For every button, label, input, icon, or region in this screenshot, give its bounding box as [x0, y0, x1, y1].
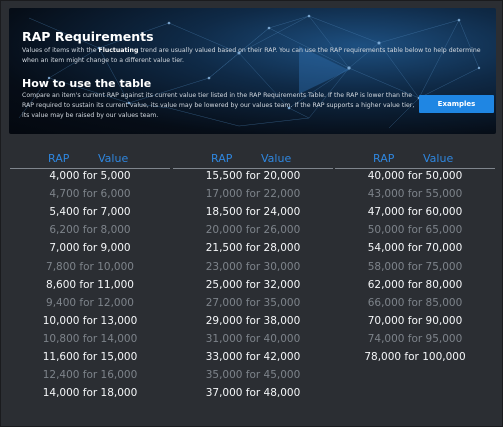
table-row: 18,500 for 24,000: [205, 206, 301, 219]
table-row: 58,000 for 75,000: [367, 260, 463, 273]
table-row: 37,000 for 48,000: [205, 387, 301, 400]
table-row: 7,800 for 10,000: [46, 260, 134, 273]
rap-header: RAP: [48, 152, 70, 165]
column-header: RAP Value: [335, 141, 495, 169]
table-row: 4,000 for 5,000: [49, 170, 131, 182]
table-row: 17,000 for 22,000: [205, 188, 301, 201]
table-row: 21,500 for 28,000: [205, 242, 301, 255]
table-row: 9,400 for 12,000: [46, 296, 134, 309]
table-row: 20,000 for 26,000: [205, 224, 301, 237]
table-row: 4,700 for 6,000: [49, 188, 131, 201]
examples-button[interactable]: Examples: [419, 95, 494, 113]
how-to-heading: How to use the table: [22, 77, 152, 90]
table-row: 8,600 for 11,000: [46, 278, 134, 291]
column-header: RAP Value: [173, 141, 333, 169]
table-row: 5,400 for 7,000: [49, 206, 131, 219]
table-row: 23,000 for 30,000: [205, 260, 301, 273]
table-row: 10,800 for 14,000: [42, 332, 138, 345]
intro-paragraph: Values of items with the Fluctuating tre…: [22, 46, 492, 66]
intro-text-start: Values of items with the: [22, 47, 99, 54]
table-row: 35,000 for 45,000: [205, 369, 301, 382]
trend-name-bold: Fluctuating: [98, 47, 139, 54]
table-row: 74,000 for 95,000: [367, 332, 463, 345]
table-row: 43,000 for 55,000: [367, 188, 463, 201]
table-row: 29,000 for 38,000: [205, 314, 301, 327]
table-row: 11,600 for 15,000: [42, 351, 138, 363]
table-row: 27,000 for 35,000: [205, 296, 301, 309]
table-row: 62,000 for 80,000: [367, 278, 463, 291]
how-to-paragraph: Compare an item's current RAP against it…: [22, 92, 415, 119]
table-row: 12,400 for 16,000: [42, 369, 138, 382]
table-row: 31,000 for 40,000: [205, 332, 301, 345]
value-header: Value: [261, 152, 292, 165]
table-row: 25,000 for 32,000: [205, 278, 301, 291]
page-frame: RAP Requirements Values of items with th…: [0, 0, 503, 427]
rap-header: RAP: [373, 152, 395, 165]
table-row: 78,000 for 100,000: [364, 351, 466, 363]
banner-title: RAP Requirements: [22, 29, 154, 44]
table-row: 14,000 for 18,000: [42, 387, 138, 400]
table-row: 10,000 for 13,000: [42, 314, 138, 327]
table-row: 15,500 for 20,000: [205, 170, 301, 182]
table-row: 50,000 for 65,000: [367, 224, 463, 237]
table-row: 6,200 for 8,000: [49, 224, 131, 237]
value-header: Value: [423, 152, 454, 165]
info-banner: RAP Requirements Values of items with th…: [9, 8, 496, 134]
value-header: Value: [98, 152, 129, 165]
column-header: RAP Value: [10, 141, 170, 169]
table-row: 7,000 for 9,000: [49, 242, 131, 255]
table-row: 40,000 for 50,000: [367, 170, 463, 182]
table-row: 54,000 for 70,000: [367, 242, 463, 255]
table-row: 33,000 for 42,000: [205, 351, 301, 363]
table-row: 47,000 for 60,000: [367, 206, 463, 219]
table-row: 66,000 for 85,000: [367, 296, 463, 309]
rap-header: RAP: [211, 152, 233, 165]
table-row: 70,000 for 90,000: [367, 314, 463, 327]
